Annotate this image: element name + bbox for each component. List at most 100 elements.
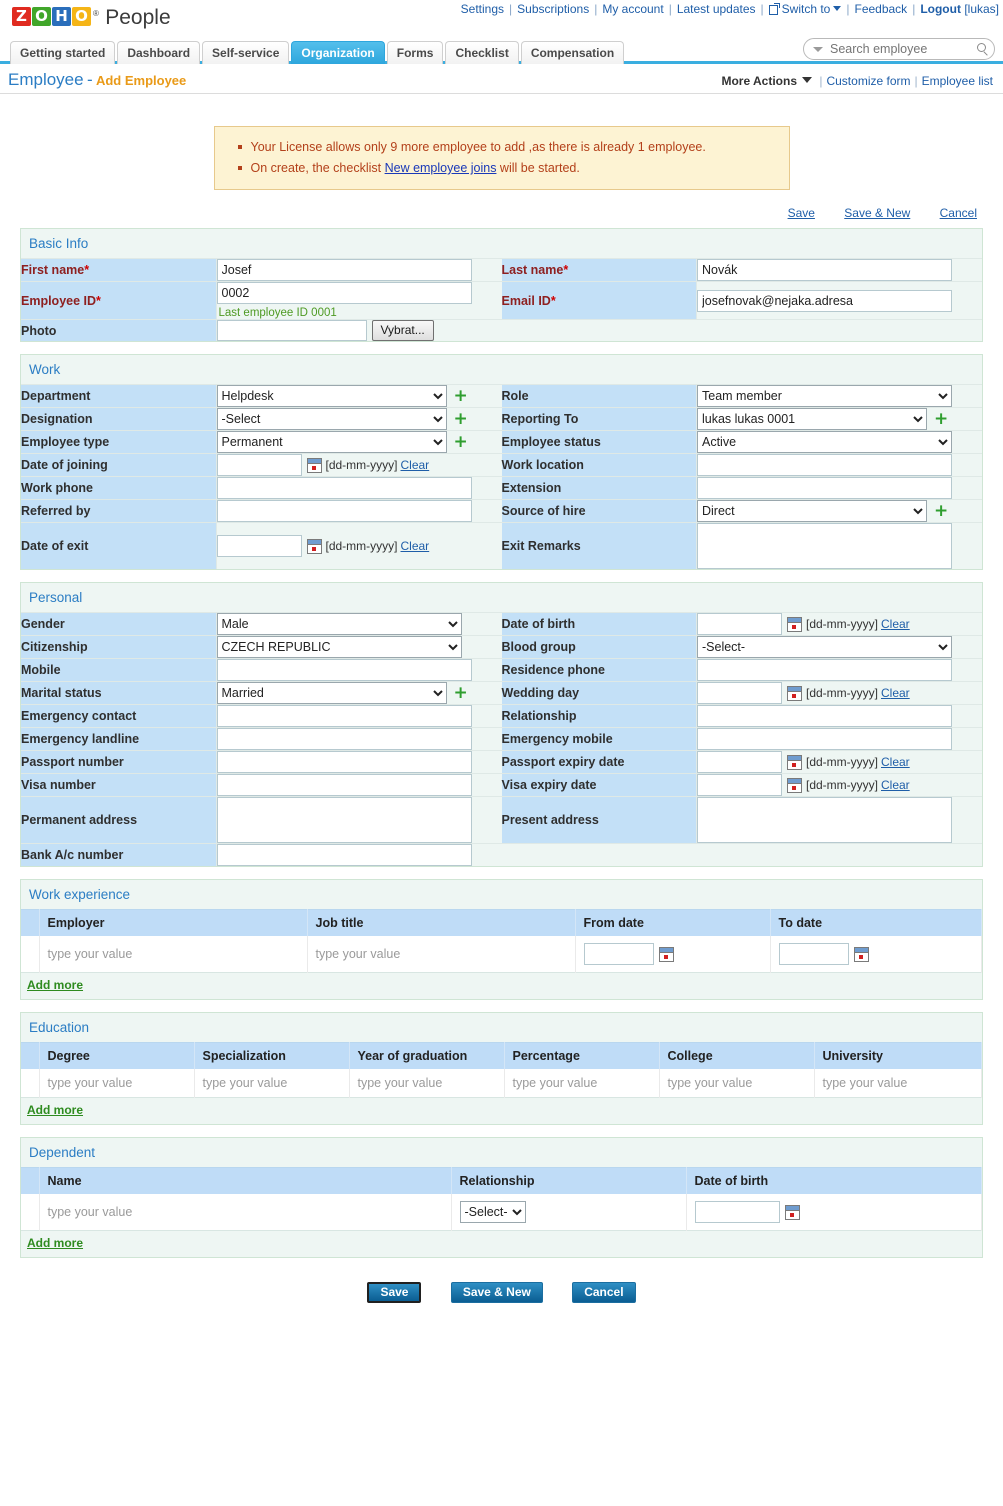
add-marital-status-icon[interactable]: + (454, 685, 468, 702)
employee-list-link[interactable]: Employee list (922, 74, 993, 88)
visa-expiry-input[interactable] (697, 774, 782, 796)
blood-group-select[interactable]: -Select- (697, 636, 952, 658)
clear-passport-expiry-link[interactable]: Clear (881, 755, 910, 769)
bank-ac-number-input[interactable] (216, 844, 472, 866)
add-designation-icon[interactable]: + (454, 411, 468, 428)
date-of-joining-input[interactable] (216, 454, 302, 476)
search-employee-box[interactable] (803, 38, 995, 60)
residence-phone-input[interactable] (697, 659, 952, 681)
row-handle[interactable] (21, 1069, 40, 1098)
photo-browse-button[interactable]: Vybrat... (371, 320, 434, 341)
emergency-mobile-input[interactable] (697, 728, 952, 750)
cell-specialization[interactable]: type your value (194, 1069, 350, 1098)
add-more-education-link[interactable]: Add more (27, 1103, 83, 1117)
marital-status-select[interactable]: Married (216, 682, 447, 704)
top-link-switch-to[interactable]: Switch to (782, 2, 831, 16)
customize-form-link[interactable]: Customize form (826, 74, 910, 88)
calendar-icon[interactable] (306, 457, 322, 473)
search-scope-chevron-icon[interactable] (813, 47, 823, 52)
cancel-button[interactable]: Cancel (572, 1282, 636, 1303)
to-date-input[interactable] (778, 943, 849, 965)
cell-dependent-name[interactable]: type your value (39, 1194, 452, 1231)
photo-file-field[interactable] (216, 320, 367, 341)
employee-status-select[interactable]: Active (697, 431, 952, 453)
save-button[interactable]: Save (367, 1282, 422, 1303)
cell-university[interactable]: type your value (814, 1069, 982, 1098)
tab-self-service[interactable]: Self-service (202, 41, 290, 64)
exit-remarks-textarea[interactable] (697, 523, 952, 569)
passport-expiry-input[interactable] (697, 751, 782, 773)
add-employee-type-icon[interactable]: + (454, 434, 468, 451)
calendar-icon[interactable] (658, 946, 674, 962)
cancel-link[interactable]: Cancel (940, 206, 977, 220)
clear-date-of-exit-link[interactable]: Clear (401, 539, 430, 553)
top-link-my-account[interactable]: My account (602, 2, 663, 16)
calendar-icon[interactable] (787, 616, 802, 632)
zoho-people-logo[interactable]: Z O H O ® People (12, 4, 171, 34)
cell-percentage[interactable]: type your value (504, 1069, 660, 1098)
relationship-input[interactable] (697, 705, 952, 727)
department-select[interactable]: Helpdesk (216, 385, 447, 407)
cell-employer[interactable]: type your value (39, 936, 308, 973)
passport-number-input[interactable] (216, 751, 472, 773)
emergency-landline-input[interactable] (216, 728, 472, 750)
chevron-down-icon[interactable] (833, 6, 842, 11)
top-link-subscriptions[interactable]: Subscriptions (517, 2, 589, 16)
add-more-dependent-link[interactable]: Add more (27, 1236, 83, 1250)
employee-id-input[interactable] (216, 282, 472, 304)
role-select[interactable]: Team member (697, 385, 952, 407)
add-department-icon[interactable]: + (454, 388, 468, 405)
calendar-icon[interactable] (787, 754, 802, 770)
designation-select[interactable]: -Select (216, 408, 447, 430)
new-employee-joins-link[interactable]: New employee joins (385, 161, 497, 175)
dependent-dob-input[interactable] (694, 1201, 780, 1223)
cell-job-title[interactable]: type your value (307, 936, 576, 973)
gender-select[interactable]: Male (216, 613, 462, 635)
dependent-relationship-select[interactable]: -Select- (459, 1201, 526, 1223)
save-link[interactable]: Save (788, 206, 815, 220)
clear-date-of-joining-link[interactable]: Clear (401, 458, 430, 472)
from-date-input[interactable] (583, 943, 654, 965)
top-link-feedback[interactable]: Feedback (854, 2, 907, 16)
chevron-down-icon[interactable] (802, 77, 813, 83)
row-handle[interactable] (21, 936, 40, 973)
extension-input[interactable] (697, 477, 952, 499)
visa-number-input[interactable] (216, 774, 472, 796)
save-and-new-button[interactable]: Save & New (450, 1282, 543, 1303)
calendar-icon[interactable] (306, 538, 322, 554)
mobile-input[interactable] (216, 659, 472, 681)
source-of-hire-select[interactable]: Direct (697, 500, 927, 522)
referred-by-input[interactable] (216, 500, 472, 522)
calendar-icon[interactable] (787, 777, 802, 793)
cell-college[interactable]: type your value (659, 1069, 815, 1098)
calendar-icon[interactable] (784, 1204, 800, 1220)
employee-type-select[interactable]: Permanent (216, 431, 447, 453)
clear-wedding-day-link[interactable]: Clear (881, 686, 910, 700)
first-name-input[interactable] (216, 259, 472, 281)
more-actions-button[interactable]: More Actions (721, 74, 797, 88)
clear-visa-expiry-link[interactable]: Clear (881, 778, 910, 792)
tab-organization[interactable]: Organization (291, 41, 385, 64)
wedding-day-input[interactable] (697, 682, 782, 704)
citizenship-select[interactable]: CZECH REPUBLIC (216, 636, 462, 658)
email-id-input[interactable] (697, 289, 952, 312)
present-address-textarea[interactable] (697, 797, 952, 843)
tab-checklist[interactable]: Checklist (445, 41, 519, 64)
cell-year-of-graduation[interactable]: type your value (349, 1069, 505, 1098)
date-of-exit-input[interactable] (216, 535, 302, 557)
clear-date-of-birth-link[interactable]: Clear (881, 617, 910, 631)
add-more-work-experience-link[interactable]: Add more (27, 978, 83, 992)
emergency-contact-input[interactable] (216, 705, 472, 727)
date-of-birth-input[interactable] (697, 613, 782, 635)
add-reporting-to-icon[interactable]: + (934, 411, 948, 428)
top-link-logout[interactable]: Logout (920, 2, 961, 16)
work-phone-input[interactable] (216, 477, 472, 499)
tab-getting-started[interactable]: Getting started (10, 41, 116, 64)
calendar-icon[interactable] (853, 946, 869, 962)
last-name-input[interactable] (697, 259, 952, 281)
save-and-new-link[interactable]: Save & New (844, 206, 910, 220)
add-source-of-hire-icon[interactable]: + (934, 503, 948, 520)
permanent-address-textarea[interactable] (216, 797, 472, 843)
work-location-input[interactable] (697, 454, 952, 476)
top-link-settings[interactable]: Settings (461, 2, 504, 16)
